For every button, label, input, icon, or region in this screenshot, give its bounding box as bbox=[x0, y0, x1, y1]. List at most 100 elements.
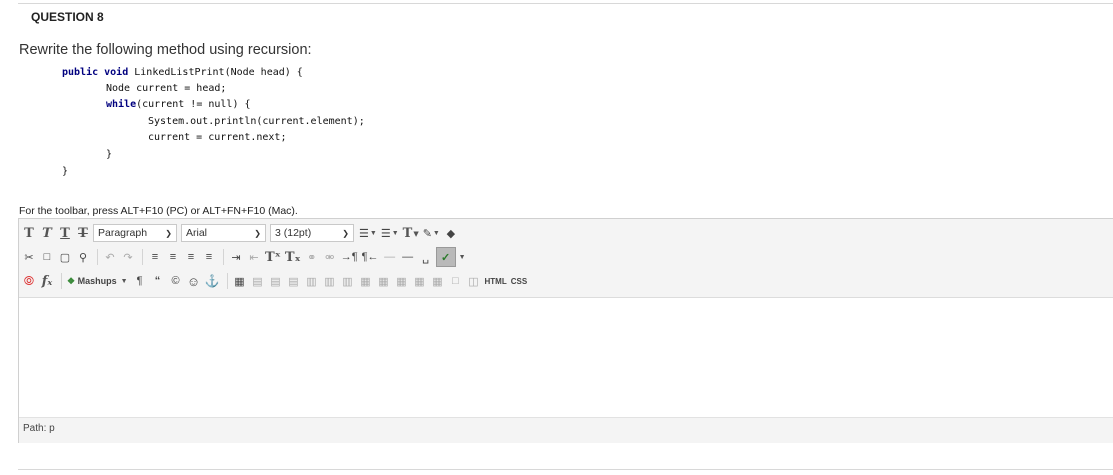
dropdown-arrow-icon[interactable]: ▼ bbox=[121, 278, 128, 285]
outdent-icon: ⇤ bbox=[249, 251, 259, 264]
spellcheck-button[interactable]: ✓ bbox=[435, 247, 456, 267]
remove-link-button[interactable]: ⚮ bbox=[322, 248, 338, 266]
align-center-button[interactable]: ≡ bbox=[165, 248, 181, 266]
table-row-before-icon: ▤ bbox=[252, 275, 263, 288]
table-delete-icon: ▦ bbox=[432, 275, 443, 288]
text-color-button[interactable]: T ▼ bbox=[402, 224, 420, 242]
toggle-blocks-button[interactable]: □ bbox=[448, 272, 464, 290]
code-line-1: public void LinkedListPrint(Node head) { bbox=[62, 67, 303, 78]
table-row-before-button[interactable]: ▤ bbox=[250, 272, 266, 290]
table-row-after-icon: ▤ bbox=[270, 275, 281, 288]
table-col-after-button[interactable]: ▥ bbox=[322, 272, 338, 290]
text-color-icon: T bbox=[402, 225, 413, 241]
table-delete-button[interactable]: ▦ bbox=[430, 272, 446, 290]
superscript-icon: Tˣ bbox=[265, 249, 281, 265]
table-col-before-button[interactable]: ▥ bbox=[304, 272, 320, 290]
align-justify-button[interactable]: ≡ bbox=[201, 248, 217, 266]
html-source-button[interactable]: HTML bbox=[484, 272, 508, 290]
outdent-button[interactable]: ⇤ bbox=[246, 248, 262, 266]
question-prompt: Rewrite the following method using recur… bbox=[19, 42, 312, 58]
table-col-before-icon: ▥ bbox=[306, 275, 317, 288]
subscript-icon: Tₓ bbox=[284, 249, 301, 265]
code-line-5: current = current.next; bbox=[148, 132, 287, 143]
rtl-direction-button[interactable]: ¶← bbox=[361, 248, 380, 266]
find-button[interactable]: ⚲ bbox=[75, 248, 91, 266]
link-icon: ⚭ bbox=[307, 251, 317, 264]
line-icon: — bbox=[402, 251, 414, 263]
toolbar-separator bbox=[226, 273, 228, 289]
insert-line-button[interactable]: — bbox=[400, 248, 416, 266]
rtl-pilcrow-icon: ¶← bbox=[361, 251, 379, 263]
table-delete-row-button[interactable]: ▤ bbox=[286, 272, 302, 290]
undo-button[interactable]: ↶ bbox=[102, 248, 118, 266]
horizontal-line-button[interactable]: — bbox=[382, 248, 398, 266]
table-cell-props-button[interactable]: ▦ bbox=[412, 272, 428, 290]
insert-link-button[interactable]: ⚭ bbox=[304, 248, 320, 266]
dropdown-arrow-icon: ▼ bbox=[413, 228, 419, 238]
table-cell-props-icon: ▦ bbox=[414, 275, 425, 288]
smiley-icon: ☺ bbox=[186, 273, 201, 289]
bullet-list-button[interactable]: ☰ ▼ bbox=[358, 224, 378, 242]
anchor-button[interactable]: ⚓ bbox=[204, 272, 221, 290]
dropdown-arrow-icon[interactable]: ▼ bbox=[459, 254, 466, 261]
font-size-value: 3 (12pt) bbox=[275, 227, 312, 239]
table-props-icon: ▦ bbox=[396, 275, 407, 288]
code-line-6: } bbox=[106, 149, 113, 160]
align-right-button[interactable]: ≡ bbox=[183, 248, 199, 266]
emoticon-button[interactable]: ☺ bbox=[186, 272, 202, 290]
editor-content-area[interactable] bbox=[19, 298, 1113, 418]
paragraph-mark-button[interactable]: ¶ bbox=[132, 272, 148, 290]
table-props-button[interactable]: ▦ bbox=[394, 272, 410, 290]
copy-button[interactable]: □ bbox=[39, 248, 55, 266]
indent-button[interactable]: ⇥ bbox=[228, 248, 244, 266]
font-family-select[interactable]: Arial ❯ bbox=[181, 224, 266, 242]
unlink-icon: ⚮ bbox=[325, 251, 335, 264]
table-split-cells-button[interactable]: ▦ bbox=[358, 272, 374, 290]
editor-toolbar: T T T T Paragraph ❯ Arial ❯ 3 (12pt) ❯ ☰ ▼ ☰… bbox=[19, 219, 1113, 298]
toggle-guidelines-button[interactable]: ◫ bbox=[466, 272, 482, 290]
blocks-icon: □ bbox=[452, 275, 459, 287]
paste-icon: ▢ bbox=[59, 251, 71, 264]
mashups-button[interactable]: ❖ Mashups bbox=[66, 272, 118, 290]
cut-button[interactable]: ✂ bbox=[21, 248, 37, 266]
superscript-button[interactable]: Tˣ bbox=[264, 248, 282, 266]
table-row-after-button[interactable]: ▤ bbox=[268, 272, 284, 290]
copyright-symbol-button[interactable]: © bbox=[168, 272, 184, 290]
underline-text-button[interactable]: T bbox=[57, 224, 73, 242]
bold-text-button[interactable]: T bbox=[21, 224, 37, 242]
insert-table-button[interactable]: ▦ bbox=[232, 272, 248, 290]
path-label: Path: p bbox=[23, 423, 55, 434]
numbered-list-button[interactable]: ☰ ▼ bbox=[380, 224, 400, 242]
pilcrow-icon: ¶ bbox=[136, 275, 143, 287]
guidelines-icon: ◫ bbox=[468, 275, 479, 288]
highlight-color-button[interactable]: ✎ ▼ bbox=[422, 224, 441, 242]
clear-formatting-button[interactable]: ◆ bbox=[443, 224, 459, 242]
table-delete-row-icon: ▤ bbox=[288, 275, 299, 288]
chevron-down-icon: ❯ bbox=[165, 228, 172, 238]
align-left-button[interactable]: ≡ bbox=[147, 248, 163, 266]
table-delete-col-button[interactable]: ▥ bbox=[340, 272, 356, 290]
table-col-after-icon: ▥ bbox=[324, 275, 335, 288]
italic-text-button[interactable]: T bbox=[39, 224, 55, 242]
css-button[interactable]: CSS bbox=[510, 272, 528, 290]
strikethrough-text-button[interactable]: T bbox=[75, 224, 91, 242]
font-size-select[interactable]: 3 (12pt) ❯ bbox=[270, 224, 354, 242]
nonbreaking-space-button[interactable]: ␣ bbox=[418, 248, 434, 266]
subscript-button[interactable]: Tₓ bbox=[284, 248, 302, 266]
code-line-2: Node current = head; bbox=[106, 83, 227, 94]
table-merge-cells-button[interactable]: ▦ bbox=[376, 272, 392, 290]
math-formula-button[interactable]: fₓ bbox=[39, 272, 55, 290]
code-line-4: System.out.println(current.element); bbox=[148, 116, 365, 127]
ltr-direction-button[interactable]: →¶ bbox=[340, 248, 359, 266]
indent-icon: ⇥ bbox=[231, 251, 241, 264]
mashups-label: Mashups bbox=[77, 276, 117, 286]
undo-icon: ↶ bbox=[105, 251, 115, 264]
redo-button[interactable]: ↷ bbox=[120, 248, 136, 266]
blockquote-button[interactable]: “ bbox=[150, 272, 166, 290]
paste-button[interactable]: ▢ bbox=[57, 248, 73, 266]
toolbar-hint: For the toolbar, press ALT+F10 (PC) or A… bbox=[19, 205, 298, 217]
record-button[interactable]: ⦾ bbox=[21, 272, 37, 290]
toolbar-separator bbox=[97, 249, 98, 265]
scissors-icon: ✂ bbox=[24, 251, 34, 264]
paragraph-format-select[interactable]: Paragraph ❯ bbox=[93, 224, 177, 242]
